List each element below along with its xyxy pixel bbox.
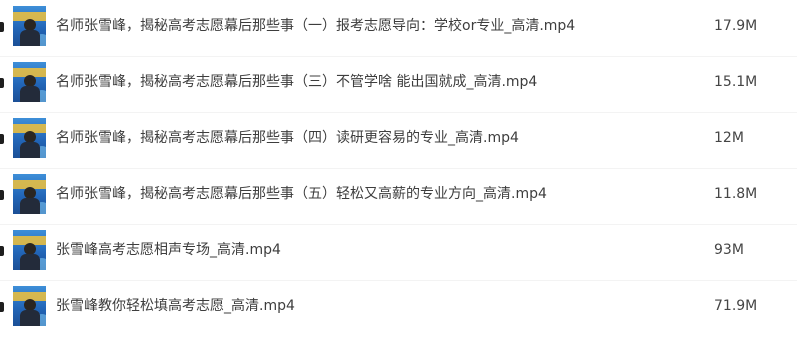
play-indicator-icon <box>0 134 4 144</box>
video-thumbnail-icon[interactable] <box>13 118 46 158</box>
file-list: 名师张雪峰，揭秘高考志愿幕后那些事（一）报考志愿导向：学校or专业_高清.mp4… <box>0 0 797 359</box>
file-name[interactable]: 张雪峰高考志愿相声专场_高清.mp4 <box>56 241 281 259</box>
file-row[interactable]: 张雪峰教你轻松填高考志愿_高清.mp4 71.9M <box>0 286 797 326</box>
play-indicator-icon <box>0 246 4 256</box>
file-size: 15.1M <box>714 74 758 90</box>
video-thumbnail-icon[interactable] <box>13 6 46 46</box>
play-indicator-icon <box>0 78 4 88</box>
file-row[interactable]: 名师张雪峰，揭秘高考志愿幕后那些事（五）轻松又高薪的专业方向_高清.mp4 11… <box>0 174 797 225</box>
video-thumbnail-icon[interactable] <box>13 174 46 214</box>
play-indicator-icon <box>0 22 4 32</box>
row-divider <box>0 168 797 169</box>
file-row[interactable]: 张雪峰高考志愿相声专场_高清.mp4 93M <box>0 230 797 281</box>
file-name[interactable]: 张雪峰教你轻松填高考志愿_高清.mp4 <box>56 297 295 315</box>
row-divider <box>0 112 797 113</box>
file-name[interactable]: 名师张雪峰，揭秘高考志愿幕后那些事（四）读研更容易的专业_高清.mp4 <box>56 129 519 147</box>
play-indicator-icon <box>0 302 4 312</box>
play-indicator-icon <box>0 190 4 200</box>
file-size: 12M <box>714 130 744 146</box>
file-size: 71.9M <box>714 298 758 314</box>
file-name[interactable]: 名师张雪峰，揭秘高考志愿幕后那些事（五）轻松又高薪的专业方向_高清.mp4 <box>56 185 547 203</box>
row-divider <box>0 56 797 57</box>
video-thumbnail-icon[interactable] <box>13 230 46 270</box>
video-thumbnail-icon[interactable] <box>13 62 46 102</box>
row-divider <box>0 224 797 225</box>
file-size: 11.8M <box>714 186 758 202</box>
file-row[interactable]: 名师张雪峰，揭秘高考志愿幕后那些事（一）报考志愿导向：学校or专业_高清.mp4… <box>0 6 797 57</box>
row-divider <box>0 280 797 281</box>
file-row[interactable]: 名师张雪峰，揭秘高考志愿幕后那些事（四）读研更容易的专业_高清.mp4 12M <box>0 118 797 169</box>
file-size: 17.9M <box>714 18 758 34</box>
file-size: 93M <box>714 242 744 258</box>
file-row[interactable]: 名师张雪峰，揭秘高考志愿幕后那些事（三）不管学啥 能出国就成_高清.mp4 15… <box>0 62 797 113</box>
file-name[interactable]: 名师张雪峰，揭秘高考志愿幕后那些事（三）不管学啥 能出国就成_高清.mp4 <box>56 73 537 91</box>
file-name[interactable]: 名师张雪峰，揭秘高考志愿幕后那些事（一）报考志愿导向：学校or专业_高清.mp4 <box>56 17 575 35</box>
video-thumbnail-icon[interactable] <box>13 286 46 326</box>
